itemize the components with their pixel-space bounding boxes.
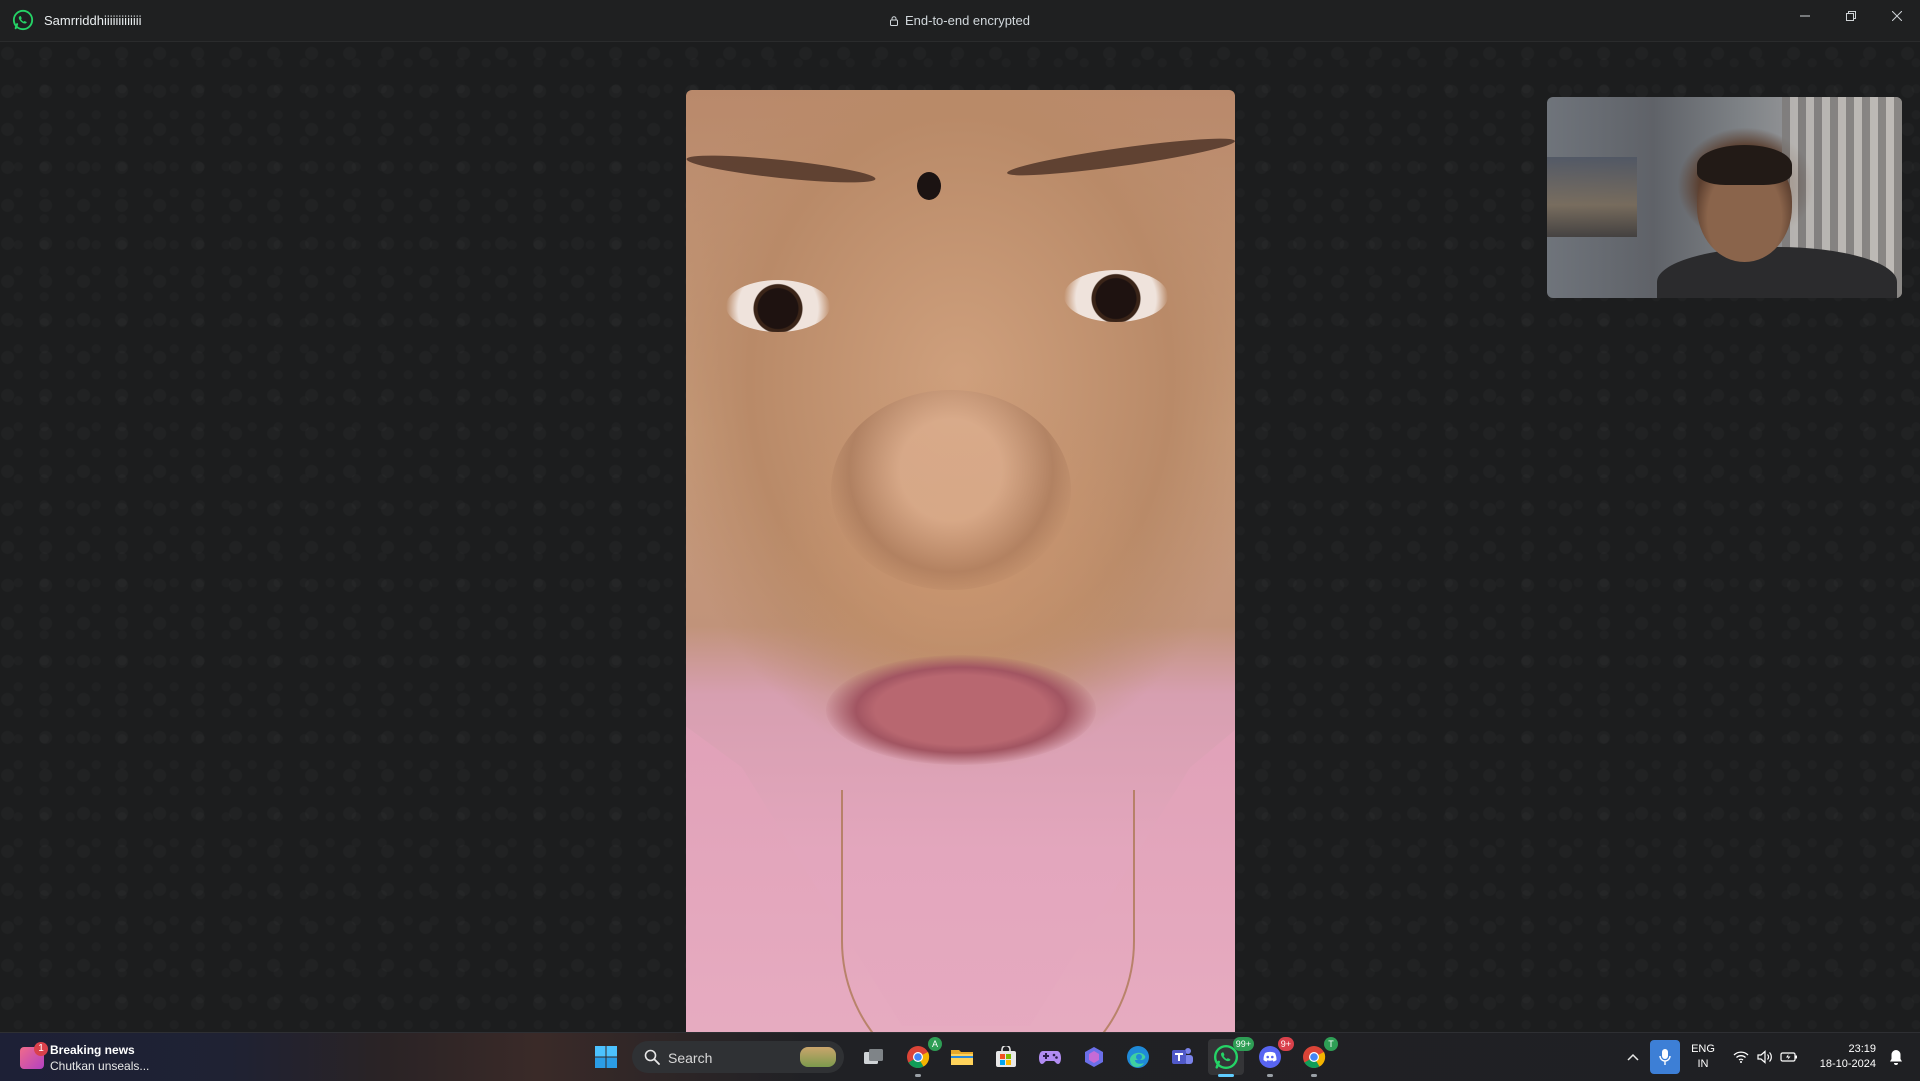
taskbar-chrome-profile-a[interactable]: A: [900, 1037, 942, 1077]
taskbar-edge[interactable]: [1120, 1039, 1156, 1075]
running-indicator: [1311, 1074, 1317, 1077]
close-button[interactable]: [1874, 0, 1920, 32]
battery-status[interactable]: [1778, 1033, 1800, 1081]
taskbar-game-app[interactable]: [1032, 1039, 1068, 1075]
taskbar: 1 Breaking news Chutkan unseals... Searc…: [0, 1032, 1920, 1081]
start-button[interactable]: [588, 1039, 624, 1075]
lock-icon: [889, 16, 898, 26]
video-detail: [1697, 145, 1792, 185]
video-detail: [1547, 157, 1637, 237]
search-highlight-image: [800, 1047, 836, 1067]
running-indicator: [1218, 1074, 1234, 1077]
minimize-button[interactable]: [1782, 0, 1828, 32]
wifi-icon: [1733, 1051, 1749, 1063]
region-code: IN: [1697, 1058, 1709, 1070]
input-language-indicator[interactable]: ENG IN: [1688, 1042, 1718, 1072]
show-hidden-icons-button[interactable]: [1620, 1033, 1646, 1081]
task-view-icon: [864, 1049, 883, 1064]
app-badge: T: [1324, 1037, 1338, 1051]
language-code: ENG: [1691, 1043, 1715, 1055]
news-subtitle: Chutkan unseals...: [50, 1059, 150, 1073]
video-detail: [726, 280, 830, 332]
date: 18-10-2024: [1819, 1058, 1876, 1070]
discord-icon: [1259, 1046, 1281, 1068]
taskbar-file-explorer[interactable]: [944, 1039, 980, 1075]
call-stage: [0, 42, 1920, 1065]
copilot-icon: [1085, 1047, 1103, 1067]
video-detail: [841, 790, 1135, 1065]
running-indicator: [915, 1074, 921, 1077]
microphone-in-use-button[interactable]: [1650, 1040, 1680, 1074]
restore-icon: [1846, 11, 1856, 21]
video-detail: [1064, 270, 1168, 322]
network-status[interactable]: [1730, 1033, 1752, 1081]
remote-video[interactable]: [686, 90, 1235, 1065]
volume-control[interactable]: [1754, 1033, 1776, 1081]
search-placeholder: Search: [668, 1050, 713, 1066]
news-title: Breaking news: [50, 1043, 135, 1057]
speaker-icon: [1757, 1050, 1772, 1064]
self-video-preview[interactable]: [1547, 97, 1902, 298]
video-detail: [826, 655, 1096, 765]
taskbar-teams[interactable]: [1164, 1039, 1200, 1075]
chrome-icon: [907, 1046, 930, 1068]
chevron-up-icon: [1627, 1053, 1639, 1061]
unread-badge: 9+: [1277, 1037, 1294, 1051]
gamepad-icon: [1039, 1051, 1061, 1064]
news-badge: 1: [34, 1042, 48, 1056]
time: 23:19: [1848, 1043, 1876, 1055]
taskbar-whatsapp[interactable]: 99+: [1208, 1037, 1254, 1077]
folder-icon: [951, 1050, 973, 1065]
taskbar-copilot[interactable]: [1076, 1039, 1112, 1075]
taskbar-chrome-profile-t[interactable]: T: [1296, 1037, 1338, 1077]
taskbar-store[interactable]: [988, 1039, 1024, 1075]
search-icon: [644, 1049, 660, 1065]
task-view-button[interactable]: [856, 1039, 892, 1075]
battery-charging-icon: [1780, 1052, 1797, 1062]
clock[interactable]: 23:19 18-10-2024: [1810, 1042, 1876, 1072]
video-detail: [831, 390, 1071, 590]
bell-icon: [1890, 1050, 1902, 1065]
video-detail: [1005, 132, 1235, 182]
video-detail: [686, 150, 877, 188]
teams-icon: [1172, 1048, 1193, 1064]
restore-button[interactable]: [1828, 0, 1874, 32]
minimize-icon: [1800, 15, 1810, 17]
title-bar: Samrriddhiiiiiiiiiiiii End-to-end encryp…: [0, 0, 1920, 42]
encryption-status: End-to-end encrypted: [0, 13, 1920, 28]
edge-icon: [1127, 1046, 1149, 1068]
close-icon: [1892, 11, 1902, 21]
windows-logo-icon: [595, 1046, 617, 1068]
chrome-icon: [1303, 1046, 1326, 1068]
encryption-label: End-to-end encrypted: [904, 13, 1031, 28]
taskbar-search[interactable]: Search: [632, 1041, 844, 1073]
news-widget[interactable]: 1 Breaking news Chutkan unseals...: [16, 1041, 266, 1075]
video-detail: [917, 172, 941, 200]
app-badge: A: [928, 1037, 942, 1051]
microphone-icon: [1659, 1049, 1671, 1065]
notifications-button[interactable]: [1882, 1033, 1910, 1081]
store-icon: [996, 1046, 1016, 1067]
unread-badge: 99+: [1232, 1037, 1254, 1051]
running-indicator: [1267, 1074, 1273, 1077]
taskbar-discord[interactable]: 9+: [1252, 1037, 1294, 1077]
